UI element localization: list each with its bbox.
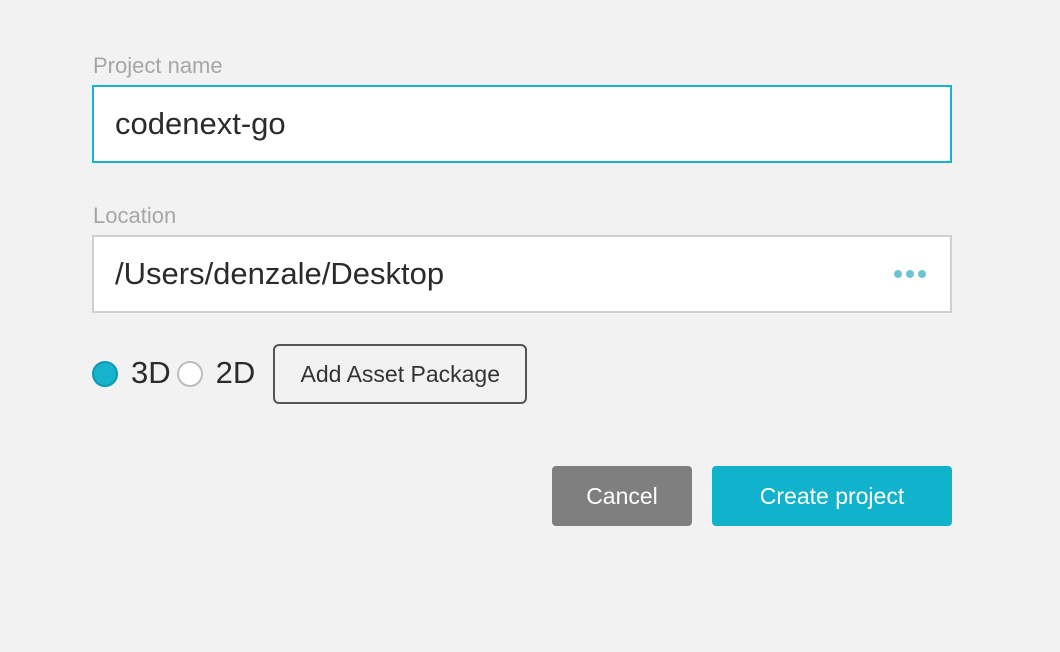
radio-option-3d[interactable]: 3D <box>92 355 171 391</box>
radio-label-2d: 2D <box>215 355 256 390</box>
radio-button-2d[interactable] <box>176 361 203 387</box>
ellipsis-icon <box>918 270 926 278</box>
radio-label-3d: 3D <box>131 355 171 390</box>
ellipsis-icon <box>894 270 902 278</box>
radio-button-3d[interactable] <box>92 361 118 387</box>
create-project-button[interactable]: Create project <box>712 466 952 526</box>
project-name-input[interactable] <box>94 87 875 161</box>
project-name-field[interactable] <box>92 85 952 163</box>
options-row: 3D 2D Add Asset Package <box>92 344 528 404</box>
browse-location-button[interactable] <box>894 264 926 284</box>
ellipsis-icon <box>906 270 914 278</box>
location-input[interactable] <box>94 237 875 311</box>
cancel-button[interactable]: Cancel <box>552 466 692 526</box>
radio-option-2d[interactable]: 2D <box>176 355 256 391</box>
project-name-label: Project name <box>93 53 223 78</box>
add-asset-package-button[interactable]: Add Asset Package <box>273 344 528 404</box>
location-field[interactable] <box>92 235 952 313</box>
location-label: Location <box>93 203 177 228</box>
